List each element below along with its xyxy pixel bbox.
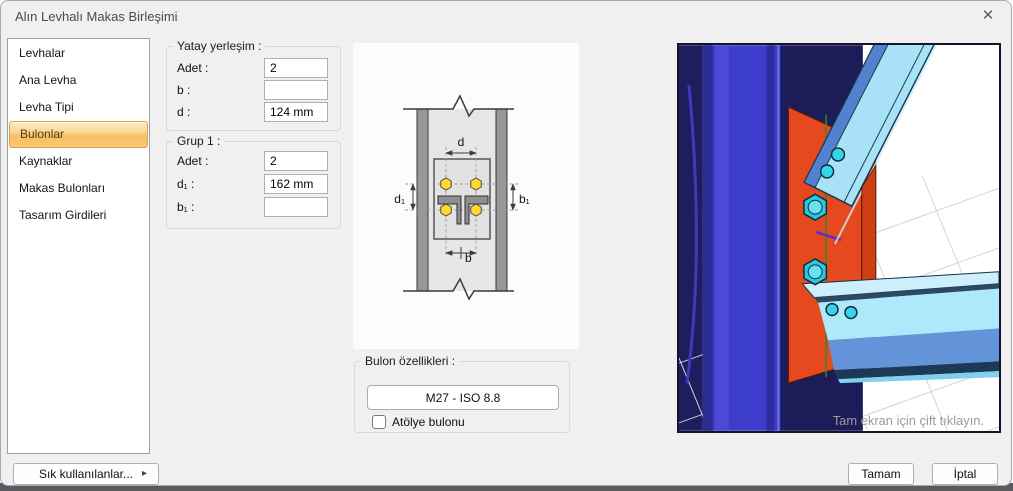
b-label: b : [177, 83, 191, 97]
dim-label-d: d [458, 135, 465, 149]
sidebar-item-kaynaklar[interactable]: Kaynaklar [8, 148, 149, 175]
sidebar-item-levhalar[interactable]: Levhalar [8, 40, 149, 67]
b1-label: b₁ : [177, 200, 195, 214]
preview-3d-svg: Tam ekran için çift tıklayın. [679, 1, 1000, 431]
d-label: d : [177, 105, 191, 119]
close-icon[interactable]: ✕ [979, 7, 997, 25]
atolye-bulonu-label[interactable]: Atölye bulonu [392, 415, 465, 429]
sidebar-item-ana-levha[interactable]: Ana Levha [8, 67, 149, 94]
title-bar[interactable]: Alın Levhalı Makas Birleşimi ✕ [1, 1, 1011, 31]
column-flange-left [416, 108, 429, 292]
dialog-title: Alın Levhalı Makas Birleşimi [15, 9, 178, 24]
group-bolt-properties: Bulon özellikleri : M27 - ISO 8.8 Atölye… [354, 354, 570, 433]
group-bolt-properties-title: Bulon özellikleri : [361, 354, 460, 368]
favorites-arrow-icon: ▸ [141, 468, 147, 479]
sidebar-nav: Levhalar Ana Levha Levha Tipi Bulonlar K… [7, 38, 150, 454]
grup1-adet-label: Adet : [177, 154, 209, 168]
d1-input[interactable] [264, 174, 328, 194]
sidebar-item-bulonlar[interactable]: Bulonlar [9, 121, 148, 148]
grup1-adet-input[interactable] [264, 151, 328, 171]
favorites-button[interactable]: Sık kullanılanlar... ▸ [13, 463, 159, 485]
group-grup1-title: Grup 1 : [173, 134, 225, 148]
cancel-button[interactable]: İptal [932, 463, 998, 485]
bolt-layout-diagram: d d₁ b₁ b [353, 43, 579, 349]
dim-label-b1: b₁ [519, 192, 530, 206]
sidebar-item-tasarim-girdileri[interactable]: Tasarım Girdileri [8, 202, 149, 229]
dialog-window: Alın Levhalı Makas Birleşimi ✕ Levhalar … [0, 0, 1012, 486]
fullscreen-hint-text: Tam ekran için çift tıklayın. [833, 413, 984, 428]
b1-input[interactable] [264, 197, 328, 217]
column-3d [702, 45, 783, 431]
atolye-bulonu-checkbox[interactable] [372, 415, 386, 429]
d-input[interactable] [264, 102, 328, 122]
preview-3d-viewport[interactable]: Tam ekran için çift tıklayın. [677, 1, 1001, 433]
adet-input[interactable] [264, 58, 328, 78]
sidebar-item-levha-tipi[interactable]: Levha Tipi [8, 94, 149, 121]
adet-label: Adet : [177, 61, 209, 75]
b-input[interactable] [264, 80, 328, 100]
column-flange-right [495, 108, 508, 292]
sidebar-item-makas-bulonlari[interactable]: Makas Bulonları [8, 175, 149, 202]
favorites-button-label: Sık kullanılanlar... [38, 467, 134, 481]
bolt-spec-button[interactable]: M27 - ISO 8.8 [367, 385, 559, 410]
ok-button[interactable]: Tamam [848, 463, 914, 485]
dim-label-b: b [465, 251, 472, 265]
group-horizontal-layout-title: Yatay yerleşim : [173, 39, 266, 53]
group-grup1: Grup 1 : Adet : d₁ : b₁ : [166, 134, 341, 229]
bolt-diagram-svg: d d₁ b₁ b [394, 94, 530, 301]
d1-label: d₁ : [177, 177, 195, 191]
group-horizontal-layout: Yatay yerleşim : Adet : b : d : [166, 39, 341, 131]
dim-label-d1: d₁ [394, 192, 405, 206]
